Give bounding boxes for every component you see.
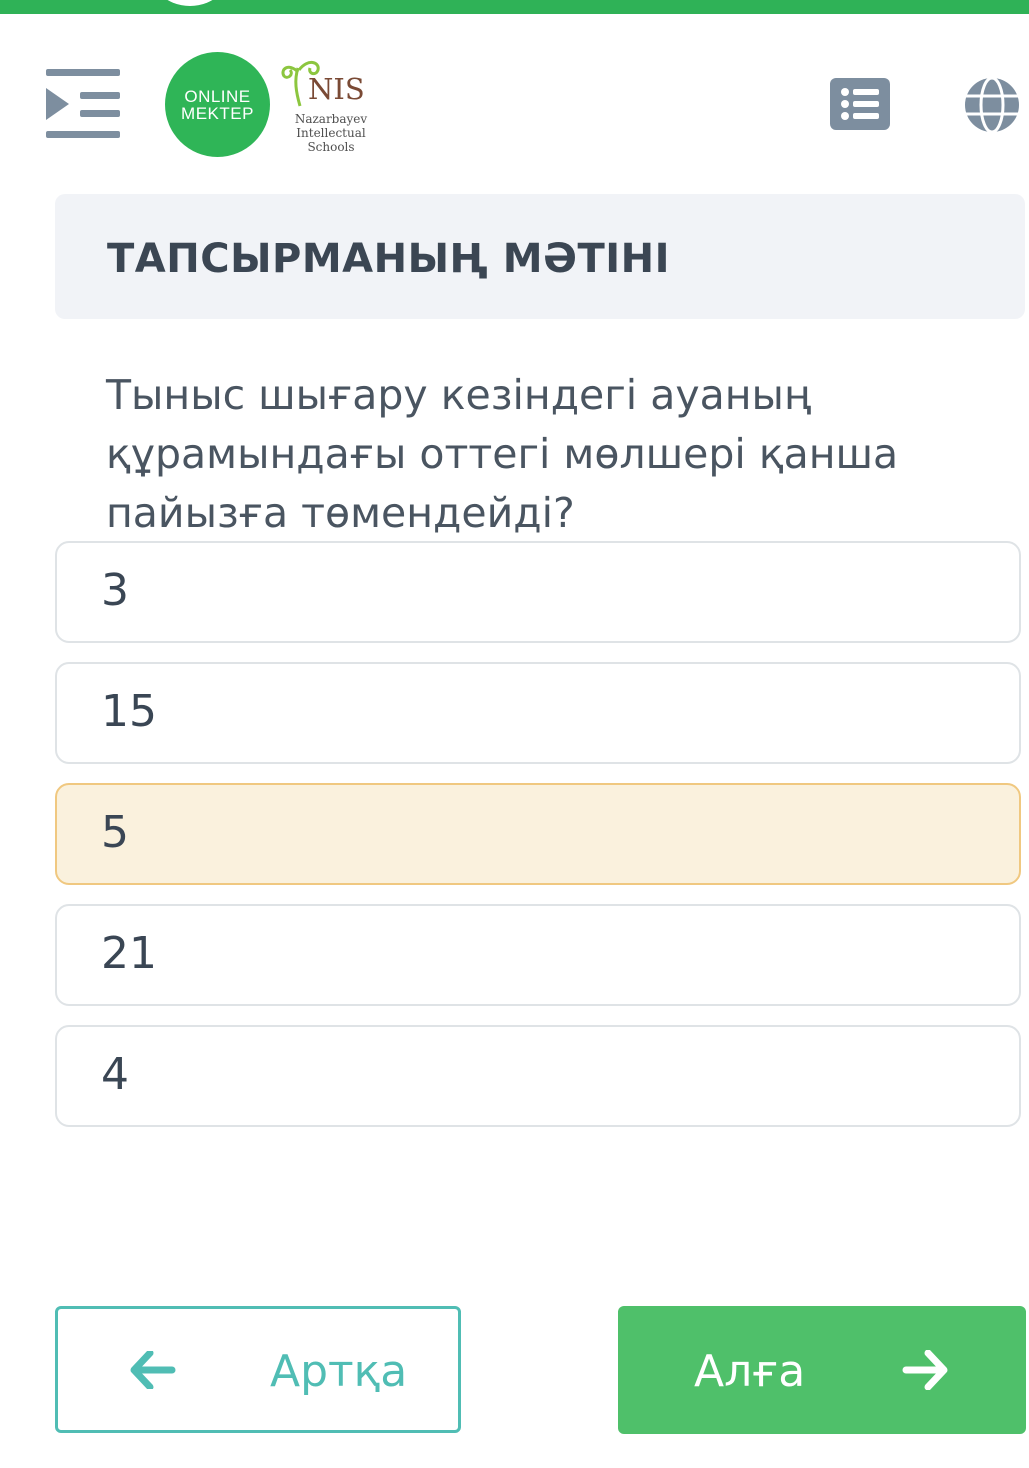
answer-label: 15 [101, 686, 157, 737]
arrow-left-icon [130, 1351, 176, 1389]
question-line: Тыныс шығару кезіндегі ауаның [106, 371, 812, 419]
question-line: пайызға төмендейді? [106, 489, 575, 537]
answer-option[interactable]: 3 [55, 541, 1021, 643]
task-list-button[interactable] [830, 78, 890, 130]
nis-line-1: Nazarbayev [294, 112, 368, 126]
logo-online-text: ONLINE [184, 86, 251, 106]
back-button[interactable]: Артқа [55, 1306, 461, 1433]
next-button-label: Алға [694, 1346, 806, 1397]
answer-label: 4 [101, 1049, 129, 1100]
task-title: ТАПСЫРМАНЫҢ МӘТІНІ [107, 236, 670, 282]
menu-icon [46, 69, 120, 138]
answer-label: 5 [101, 807, 129, 858]
answer-label: 21 [101, 928, 157, 979]
question-line: құрамындағы оттегі мөлшері қанша [106, 430, 899, 478]
language-button[interactable] [963, 76, 1021, 134]
answer-option[interactable]: 15 [55, 662, 1021, 764]
top-bar-notch [145, 0, 235, 6]
question-text: Тыныс шығару кезіндегі ауаның құрамындағ… [106, 366, 986, 543]
answer-option[interactable]: 5 [55, 783, 1021, 885]
online-mektep-logo: ONLINE MEKTEP [165, 52, 270, 157]
arrow-right-icon [902, 1350, 948, 1390]
answer-label: 3 [101, 565, 129, 616]
answer-option[interactable]: 4 [55, 1025, 1021, 1127]
answer-option[interactable]: 21 [55, 904, 1021, 1006]
task-title-panel: ТАПСЫРМАНЫҢ МӘТІНІ [55, 194, 1025, 319]
nis-logo: NIS Nazarbayev Intellectual Schools [276, 54, 376, 159]
nis-line-3: Schools [307, 140, 355, 154]
back-button-label: Артқа [270, 1346, 408, 1397]
logo-mektep-text: MEKTEP [181, 103, 254, 123]
menu-button[interactable] [44, 67, 124, 142]
nis-abbr: NIS [308, 72, 365, 106]
nis-line-2: Intellectual [296, 126, 366, 140]
globe-icon [965, 76, 1019, 134]
top-bar [0, 0, 1029, 14]
nis-full-name: Nazarbayev Intellectual Schools [286, 112, 376, 154]
next-button[interactable]: Алға [618, 1306, 1026, 1434]
app-header: ONLINE MEKTEP NIS Nazarbayev Intellectua… [0, 40, 1029, 170]
list-icon [830, 78, 890, 130]
